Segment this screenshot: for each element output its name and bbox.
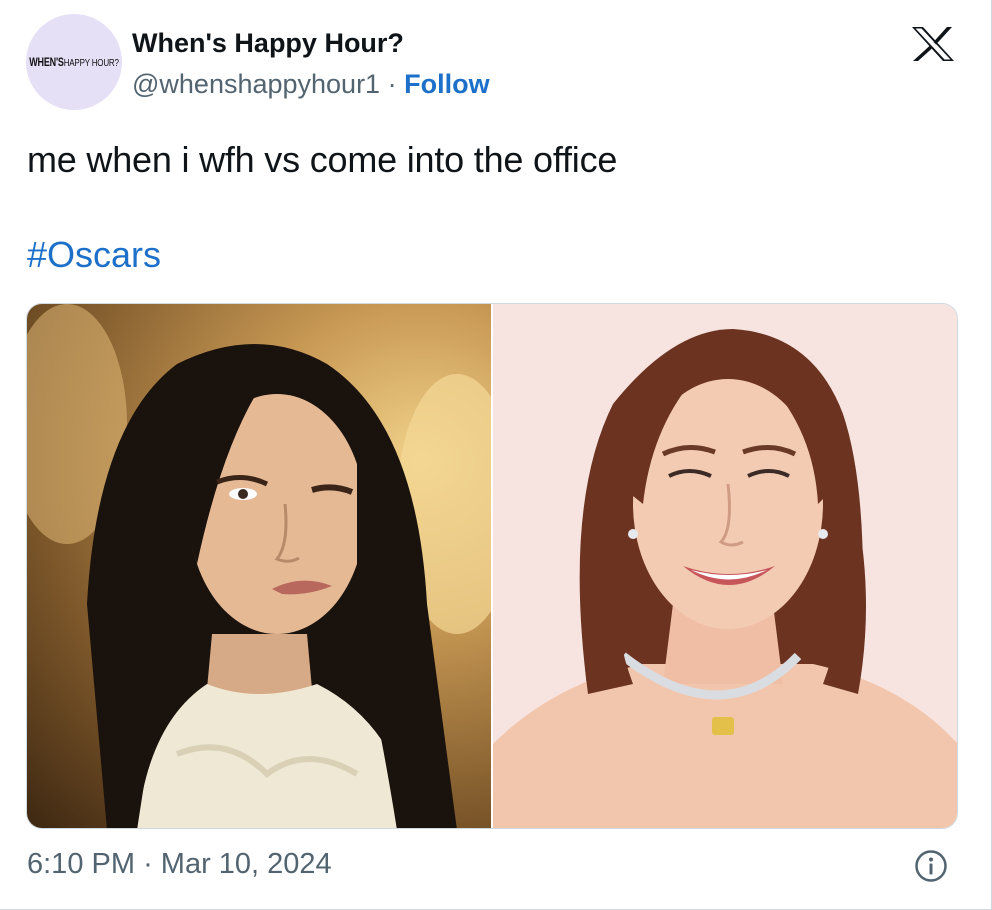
- timestamp-time: 6:10 PM: [27, 848, 135, 880]
- timestamp-separator: ·: [143, 848, 153, 880]
- author-display-name[interactable]: When's Happy Hour?: [132, 28, 404, 59]
- hashtag-link[interactable]: #Oscars: [27, 234, 161, 276]
- timestamp-date: Mar 10, 2024: [160, 848, 332, 880]
- photo-left[interactable]: [27, 304, 491, 828]
- photo-right[interactable]: [493, 304, 957, 828]
- x-logo-icon[interactable]: [910, 26, 956, 62]
- handle-separator: ·: [387, 69, 397, 99]
- author-handle[interactable]: @whenshappyhour1: [132, 69, 380, 99]
- follow-link[interactable]: Follow: [404, 69, 489, 99]
- info-icon[interactable]: [914, 849, 948, 883]
- tweet-timestamp[interactable]: 6:10 PM · Mar 10, 2024: [27, 848, 332, 881]
- tweet-card: WHEN'SHAPPY HOUR? When's Happy Hour? @wh…: [0, 0, 992, 910]
- author-handle-row: @whenshappyhour1 · Follow: [132, 69, 490, 100]
- media-grid: [26, 303, 958, 829]
- avatar-logo-text: WHEN'SHAPPY HOUR?: [29, 55, 119, 69]
- avatar[interactable]: WHEN'SHAPPY HOUR?: [26, 14, 122, 110]
- tweet-text: me when i wfh vs come into the office: [27, 139, 618, 180]
